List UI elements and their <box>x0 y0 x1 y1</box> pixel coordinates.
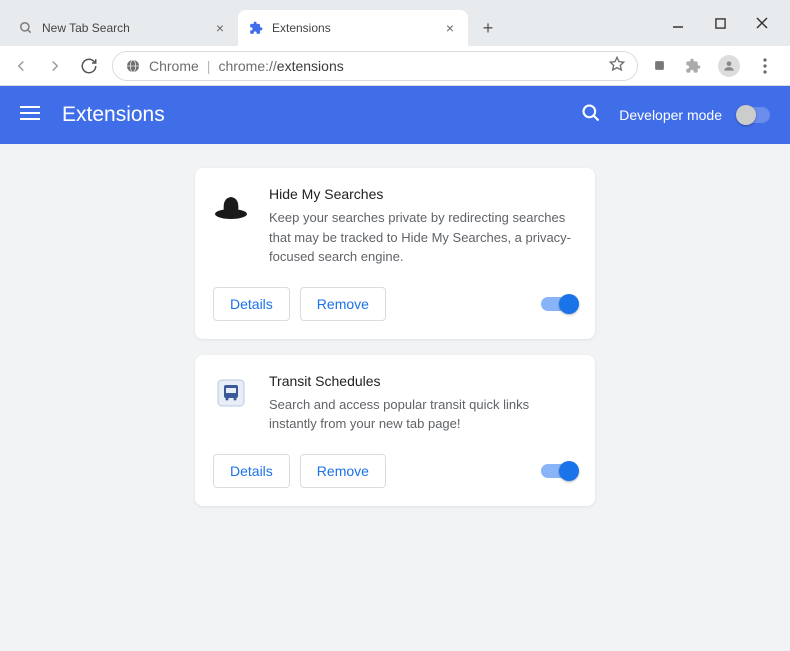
extensions-list: Hide My Searches Keep your searches priv… <box>0 144 790 651</box>
remove-button[interactable]: Remove <box>300 454 386 488</box>
maximize-button[interactable] <box>710 13 730 33</box>
close-icon[interactable]: × <box>442 20 458 36</box>
remove-button[interactable]: Remove <box>300 287 386 321</box>
bookmark-star-icon[interactable] <box>609 56 625 75</box>
menu-dots-icon[interactable] <box>756 57 774 75</box>
profile-avatar[interactable] <box>718 55 740 77</box>
bus-icon <box>213 375 249 411</box>
hat-icon <box>213 188 249 224</box>
details-button[interactable]: Details <box>213 454 290 488</box>
window-close-button[interactable] <box>752 13 772 33</box>
extension-enable-toggle[interactable] <box>541 464 577 478</box>
developer-mode-toggle[interactable] <box>736 107 770 123</box>
omnibox-divider: | <box>207 58 211 74</box>
extension-card: Transit Schedules Search and access popu… <box>195 355 595 506</box>
tab-title: Extensions <box>272 21 442 35</box>
omnibox-browser: Chrome <box>149 58 199 74</box>
forward-button[interactable] <box>44 55 66 77</box>
extension-icon <box>248 20 264 36</box>
extension-toolbar-icon-2[interactable] <box>684 57 702 75</box>
tabs-container: New Tab Search × Extensions × + <box>0 0 650 46</box>
extension-name: Transit Schedules <box>269 373 577 389</box>
extension-description: Search and access popular transit quick … <box>269 395 577 434</box>
globe-icon <box>125 58 141 74</box>
omnibox[interactable]: Chrome | chrome://extensions <box>112 51 638 81</box>
developer-mode-label: Developer mode <box>619 107 722 123</box>
close-icon[interactable]: × <box>212 20 228 36</box>
toolbar: Chrome | chrome://extensions <box>0 46 790 86</box>
details-button[interactable]: Details <box>213 287 290 321</box>
search-icon <box>18 20 34 36</box>
extensions-header: Extensions Developer mode <box>0 86 790 144</box>
tab-title: New Tab Search <box>42 21 212 35</box>
tab-extensions[interactable]: Extensions × <box>238 10 468 46</box>
tab-newtabsearch[interactable]: New Tab Search × <box>8 10 238 46</box>
reload-button[interactable] <box>78 55 100 77</box>
new-tab-button[interactable]: + <box>474 14 502 42</box>
window-controls <box>650 0 790 46</box>
extension-card: Hide My Searches Keep your searches priv… <box>195 168 595 339</box>
hamburger-menu-icon[interactable] <box>20 106 44 125</box>
back-button[interactable] <box>10 55 32 77</box>
extension-toolbar-icon[interactable] <box>650 57 668 75</box>
omnibox-url: chrome://extensions <box>218 58 343 74</box>
titlebar: New Tab Search × Extensions × + <box>0 0 790 46</box>
extension-enable-toggle[interactable] <box>541 297 577 311</box>
extension-description: Keep your searches private by redirectin… <box>269 208 577 267</box>
minimize-button[interactable] <box>668 13 688 33</box>
page-title: Extensions <box>62 103 581 127</box>
search-icon[interactable] <box>581 103 601 128</box>
toolbar-icons <box>650 55 780 77</box>
extension-name: Hide My Searches <box>269 186 577 202</box>
